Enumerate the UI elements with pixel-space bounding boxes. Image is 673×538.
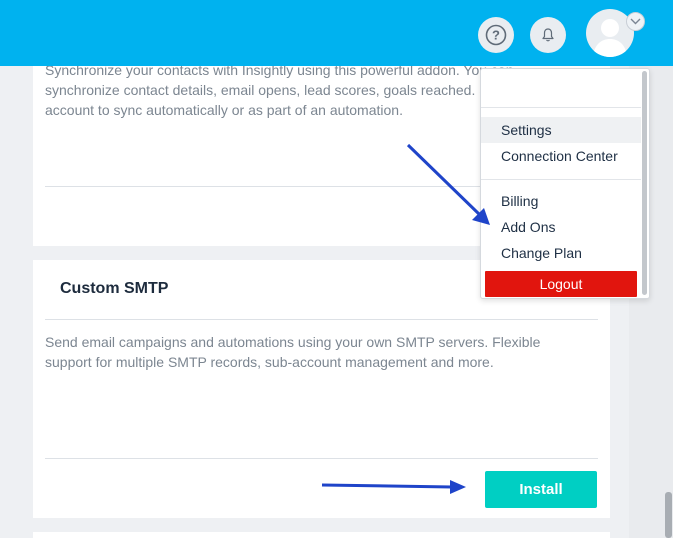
menu-item-settings[interactable]: Settings — [481, 117, 641, 143]
help-button[interactable]: ? — [478, 17, 514, 53]
account-menu-toggle[interactable] — [626, 12, 645, 31]
svg-text:?: ? — [492, 28, 500, 43]
chevron-down-icon — [630, 18, 641, 25]
card-divider — [45, 458, 598, 459]
dropdown-scrollbar[interactable] — [642, 71, 647, 295]
top-navigation-bar: ? — [0, 0, 673, 66]
account-dropdown-menu: Settings Connection Center Billing Add O… — [480, 68, 650, 299]
install-button[interactable]: Install — [485, 471, 597, 508]
addon-title: Custom SMTP — [60, 280, 169, 297]
card-divider — [45, 319, 598, 320]
next-addon-card — [33, 532, 610, 538]
bell-icon — [542, 28, 554, 42]
menu-item-billing[interactable]: Billing — [481, 188, 641, 214]
logout-button[interactable]: Logout — [485, 271, 637, 297]
menu-item-connection-center[interactable]: Connection Center — [481, 143, 641, 169]
page-scrollbar-thumb[interactable] — [665, 492, 672, 538]
menu-divider — [481, 107, 641, 108]
menu-item-change-plan[interactable]: Change Plan — [481, 240, 641, 266]
addon-description: Send email campaigns and automations usi… — [45, 334, 541, 370]
notifications-button[interactable] — [530, 17, 566, 53]
question-circle-icon: ? — [485, 24, 507, 46]
menu-divider — [481, 179, 641, 180]
menu-item-add-ons[interactable]: Add Ons — [481, 214, 641, 240]
